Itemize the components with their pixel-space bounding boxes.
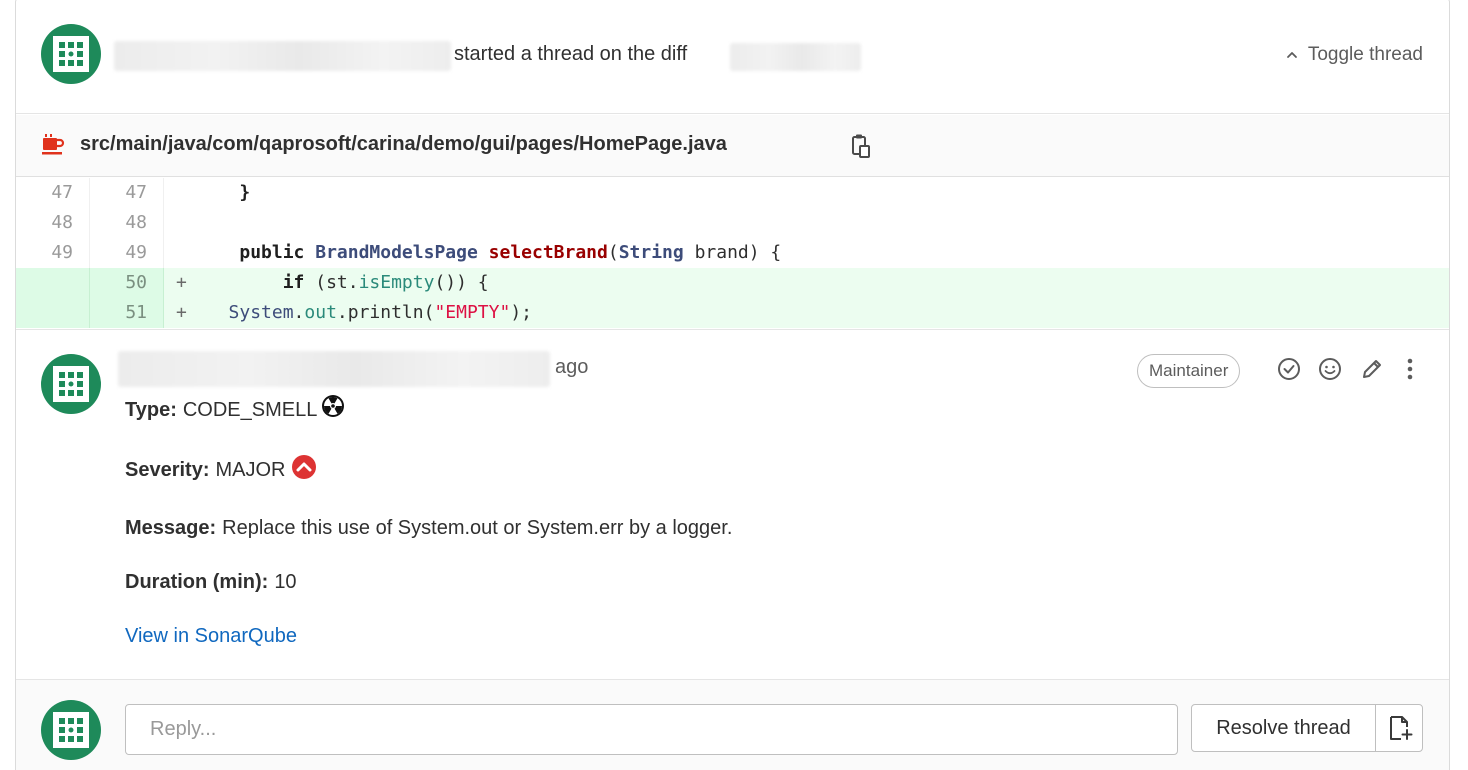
old-line-number <box>16 268 90 298</box>
pencil-icon[interactable] <box>1359 356 1385 382</box>
code-token: System <box>228 302 294 323</box>
code-token: String <box>618 242 684 263</box>
code-token: public <box>239 242 305 263</box>
reply-area: Reply... Resolve thread <box>16 679 1449 770</box>
file-header: src/main/java/com/qaprosoft/carina/demo/… <box>16 115 1449 177</box>
message-value: Replace this use of System.out or System… <box>222 517 733 539</box>
discussion-thread: started a thread on the diff Toggle thre… <box>15 0 1450 770</box>
old-line-number[interactable]: 48 <box>16 208 90 238</box>
code-token: isEmpty <box>358 272 435 293</box>
added-sign: + <box>176 302 187 323</box>
code-token: selectBrand <box>488 242 608 263</box>
role-badge: Maintainer <box>1137 354 1241 388</box>
code-token: out <box>304 302 337 323</box>
code-token: . <box>293 302 305 323</box>
code-token: if <box>282 272 305 293</box>
current-user-avatar[interactable] <box>41 700 101 760</box>
message-row: Message: Replace this use of System.out … <box>125 517 732 540</box>
severity-major-icon <box>291 454 316 479</box>
kebab-menu-icon[interactable] <box>1397 356 1423 382</box>
old-line-number[interactable]: 49 <box>16 238 90 268</box>
smiley-icon[interactable] <box>1317 356 1343 382</box>
note: ago Maintainer Type: CODE_SMELL Severity… <box>16 329 1449 679</box>
note-author-avatar[interactable] <box>41 354 101 414</box>
new-line-number[interactable]: 51 <box>90 298 164 328</box>
new-line-number[interactable]: 49 <box>90 238 164 268</box>
code-token: ( <box>607 242 619 263</box>
file-path[interactable]: src/main/java/com/qaprosoft/carina/demo/… <box>80 133 727 156</box>
code-token: "EMPTY" <box>434 302 511 323</box>
severity-label: Severity: <box>125 459 210 481</box>
java-file-icon <box>42 134 65 155</box>
resolve-in-new-issue-button[interactable] <box>1375 704 1423 752</box>
radiation-icon <box>322 394 345 417</box>
type-value: CODE_SMELL <box>182 399 318 421</box>
new-line-number[interactable]: 48 <box>90 208 164 238</box>
severity-row: Severity: MAJOR <box>125 454 316 482</box>
code-token: BrandModelsPage <box>315 242 478 263</box>
clipboard-icon[interactable] <box>850 133 872 159</box>
type-label: Type: <box>125 399 177 421</box>
new-line-number[interactable]: 50 <box>90 268 164 298</box>
code-token: (st. <box>304 272 359 293</box>
code-token: .println( <box>336 302 435 323</box>
author-name-redacted[interactable] <box>114 41 451 71</box>
diff-line-added: 51 + System.out.println("EMPTY"); <box>16 298 1449 328</box>
reply-input[interactable]: Reply... <box>125 704 1178 755</box>
diff-line-added: 50 + if (st.isEmpty()) { <box>16 268 1449 298</box>
toggle-thread-label: Toggle thread <box>1307 44 1423 65</box>
toggle-thread-button[interactable]: Toggle thread <box>1286 44 1423 66</box>
line-code: public BrandModelsPage selectBrand(Strin… <box>196 238 781 268</box>
diff-line: 49 49 public BrandModelsPage selectBrand… <box>16 238 1449 268</box>
line-code: if (st.isEmpty()) { <box>196 268 489 298</box>
type-row: Type: CODE_SMELL <box>125 394 345 422</box>
code-token: ()) { <box>434 272 489 293</box>
old-line-number[interactable]: 47 <box>16 178 90 208</box>
view-in-sonarqube-link[interactable]: View in SonarQube <box>125 625 297 648</box>
diff-line: 47 47 } <box>16 178 1449 208</box>
line-code: } <box>196 178 250 208</box>
duration-label: Duration (min): <box>125 571 269 593</box>
resolve-thread-button[interactable]: Resolve thread <box>1191 704 1376 752</box>
old-line-number <box>16 298 90 328</box>
duration-value: 10 <box>274 571 297 593</box>
added-sign: + <box>176 272 187 293</box>
severity-value: MAJOR <box>215 459 286 481</box>
line-code: System.out.println("EMPTY"); <box>196 298 532 328</box>
diff-line: 48 48 <box>16 208 1449 238</box>
code-token: ); <box>510 302 532 323</box>
diff-reference-redacted[interactable] <box>730 43 861 71</box>
note-timestamp[interactable]: ago <box>555 356 588 379</box>
chevron-up-icon <box>1286 52 1297 58</box>
code-token: brand) { <box>683 242 782 263</box>
duration-row: Duration (min): 10 <box>125 571 297 594</box>
sonarqube-link-row: View in SonarQube <box>125 625 297 648</box>
diff-hunk: 47 47 } 48 48 49 49 public BrandModelsPa… <box>16 178 1449 328</box>
message-label: Message: <box>125 517 217 539</box>
new-line-number[interactable]: 47 <box>90 178 164 208</box>
thread-action-text: started a thread on the diff <box>454 43 688 65</box>
code-token: } <box>239 182 251 203</box>
author-avatar[interactable] <box>41 24 101 84</box>
note-author-redacted[interactable] <box>118 351 550 387</box>
thread-header: started a thread on the diff Toggle thre… <box>16 0 1449 114</box>
resolve-check-icon[interactable] <box>1276 356 1302 382</box>
resolve-new-issue-icon <box>1390 716 1413 740</box>
